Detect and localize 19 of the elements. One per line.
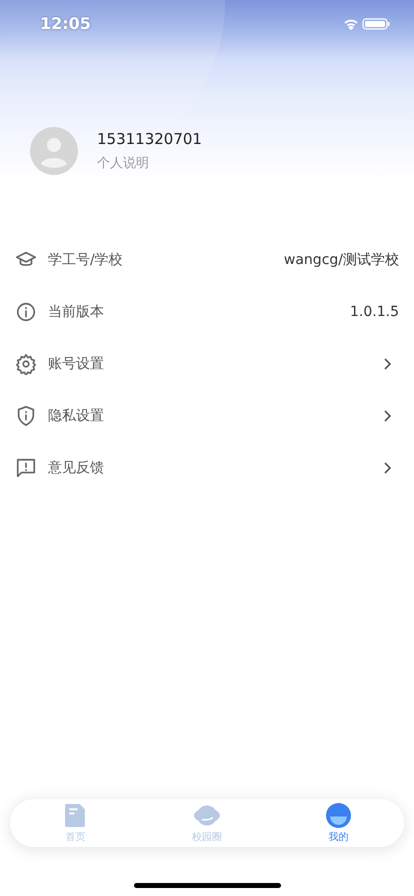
info-icon (15, 301, 37, 323)
row-label: 当前版本 (48, 303, 105, 321)
shield-icon (15, 405, 37, 427)
tab[interactable]: 我的 (272, 799, 404, 847)
feedback-icon (15, 457, 37, 479)
row-label: 学工号/学校 (48, 251, 124, 269)
status-time: 12:05 (40, 14, 91, 33)
planet-icon (192, 802, 221, 828)
row-label[interactable]: 意见反馈 (48, 459, 370, 477)
row-value: 1.0.1.5 (350, 304, 399, 320)
row-label[interactable]: 账号设置 (48, 355, 370, 373)
row-value: wangcg/测试学校 (284, 251, 399, 269)
profile-bio: 个人说明 (97, 155, 150, 172)
row-label[interactable]: 隐私设置 (48, 407, 370, 425)
phone-number: 15311320701 (97, 130, 202, 148)
avatar (30, 127, 78, 175)
settings-icon (15, 353, 37, 375)
profile-icon (326, 802, 351, 828)
status-icons (342, 16, 390, 30)
